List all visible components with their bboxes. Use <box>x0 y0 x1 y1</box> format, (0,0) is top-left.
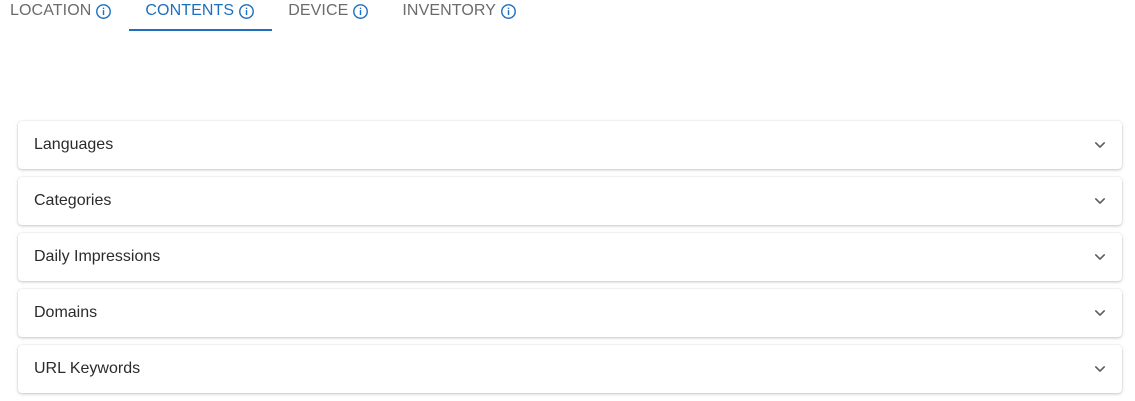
accordion-label: Languages <box>34 136 114 153</box>
tab-contents[interactable]: CONTENTS <box>129 0 273 31</box>
chevron-down-icon[interactable] <box>1090 191 1110 211</box>
tab-inventory[interactable]: INVENTORY <box>386 0 534 30</box>
accordion-label: URL Keywords <box>34 360 141 377</box>
tab-label: CONTENTS <box>145 2 235 19</box>
chevron-down-icon[interactable] <box>1090 359 1110 379</box>
accordion-list: Languages Categories Daily Impressions D… <box>18 121 1122 401</box>
accordion-categories[interactable]: Categories <box>18 177 1122 225</box>
tab-label: LOCATION <box>10 2 92 19</box>
accordion-url-keywords[interactable]: URL Keywords <box>18 345 1122 393</box>
tab-bar: LOCATION CONTENTS DEVICE INVENTORY <box>0 0 534 40</box>
info-icon[interactable] <box>500 3 517 20</box>
info-icon[interactable] <box>95 3 112 20</box>
tab-location[interactable]: LOCATION <box>0 0 129 30</box>
info-icon[interactable] <box>238 3 255 20</box>
chevron-down-icon[interactable] <box>1090 303 1110 323</box>
accordion-label: Categories <box>34 192 112 209</box>
chevron-down-icon[interactable] <box>1090 135 1110 155</box>
accordion-daily-impressions[interactable]: Daily Impressions <box>18 233 1122 281</box>
accordion-label: Daily Impressions <box>34 248 161 265</box>
chevron-down-icon[interactable] <box>1090 247 1110 267</box>
info-icon[interactable] <box>352 3 369 20</box>
accordion-domains[interactable]: Domains <box>18 289 1122 337</box>
tab-device[interactable]: DEVICE <box>272 0 386 30</box>
accordion-languages[interactable]: Languages <box>18 121 1122 169</box>
tab-label: INVENTORY <box>402 2 497 19</box>
accordion-label: Domains <box>34 304 98 321</box>
tab-label: DEVICE <box>288 2 349 19</box>
